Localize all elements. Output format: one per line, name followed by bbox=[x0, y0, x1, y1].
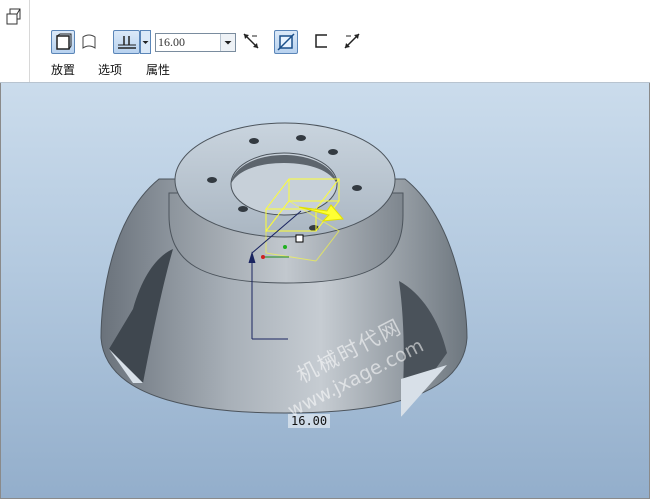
drag-handle[interactable] bbox=[295, 234, 304, 243]
depth-option-button[interactable] bbox=[113, 30, 140, 54]
dashboard-toolbar: 放置 选项 属性 bbox=[0, 0, 650, 83]
depth-option-dropdown[interactable] bbox=[140, 30, 151, 54]
depth-input[interactable] bbox=[158, 35, 220, 50]
solid-icon bbox=[56, 33, 72, 50]
model-canvas[interactable] bbox=[1, 83, 649, 498]
remove-material-button[interactable] bbox=[274, 30, 298, 54]
depth-dropdown-button[interactable] bbox=[220, 34, 235, 51]
toolbar-left-strip bbox=[0, 0, 30, 82]
surface-extrude-button[interactable] bbox=[78, 30, 102, 54]
chevron-down-icon bbox=[142, 41, 149, 44]
remove-material-icon bbox=[277, 33, 295, 51]
feature-icon bbox=[6, 8, 21, 25]
chevron-down-icon bbox=[224, 41, 232, 45]
depth-value-combo[interactable] bbox=[155, 33, 236, 52]
graphics-window[interactable]: 16.00 机械时代网 www.jxage.com bbox=[1, 83, 649, 498]
surface-icon bbox=[82, 34, 96, 49]
tab-placement[interactable]: 放置 bbox=[51, 61, 75, 78]
tab-options[interactable]: 选项 bbox=[98, 61, 122, 78]
blind-depth-icon bbox=[118, 36, 136, 49]
thicken-icon bbox=[315, 34, 327, 48]
solid-extrude-button[interactable] bbox=[51, 30, 75, 54]
flip-direction-button[interactable] bbox=[240, 30, 264, 54]
model-part[interactable] bbox=[100, 122, 468, 417]
thicken-sketch-button[interactable] bbox=[310, 30, 334, 54]
flip-side-icon bbox=[344, 33, 360, 49]
tab-properties[interactable]: 属性 bbox=[146, 61, 170, 78]
flip-arrows-icon bbox=[243, 33, 259, 49]
flip-material-side-button[interactable] bbox=[341, 30, 365, 54]
